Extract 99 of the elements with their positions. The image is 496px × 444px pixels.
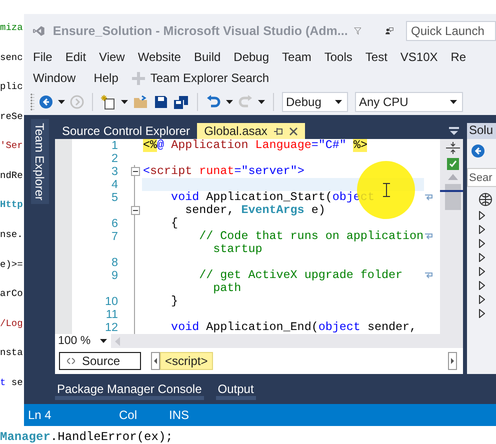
- configuration-dropdown[interactable]: Debug: [282, 92, 348, 112]
- line-number: 5: [110, 191, 119, 204]
- word-wrap-icon: [424, 194, 434, 201]
- line-number: 2: [110, 152, 119, 165]
- save-icon[interactable]: [154, 95, 168, 109]
- globe-icon: [479, 193, 492, 206]
- menu-item[interactable]: File: [33, 50, 52, 64]
- scrollbar-thumb[interactable]: [444, 184, 461, 210]
- menu-item[interactable]: Edit: [65, 50, 86, 64]
- menu-item[interactable]: Website: [138, 50, 181, 64]
- breadcrumb-right-icon[interactable]: [448, 352, 457, 370]
- background-code-line: nsta: [0, 347, 23, 358]
- line-number: 9: [110, 269, 119, 282]
- status-line: Ln 4: [28, 408, 52, 422]
- caret-icon: [226, 100, 233, 104]
- save-all-icon[interactable]: [173, 94, 189, 110]
- code-line: {: [170, 217, 178, 230]
- side-tab[interactable]: Team Explorer: [30, 119, 48, 204]
- caret-position-marker: [440, 190, 463, 192]
- pin-icon[interactable]: [273, 126, 284, 136]
- menu-item[interactable]: Debug: [234, 50, 270, 64]
- code-line: // get ActiveX upgrade folder: [198, 269, 403, 282]
- status-column: Col: [119, 408, 169, 422]
- background-code-line: arCo: [0, 288, 23, 300]
- tool-window-tab[interactable]: Output: [216, 380, 256, 400]
- menu-item[interactable]: Tools: [324, 50, 352, 64]
- line-number: 10: [104, 295, 119, 308]
- background-code-line: plic: [0, 81, 23, 92]
- line-number: 6: [110, 217, 119, 230]
- background-code-line: Http: [0, 199, 23, 210]
- code-line: <%@ Application Language="C#" %>: [143, 139, 368, 152]
- code-line: // Code that runs on application: [198, 230, 424, 243]
- caret-icon: [121, 100, 128, 104]
- menu-item[interactable]: Help: [94, 71, 118, 85]
- zoom-dropdown[interactable]: 100 %: [55, 334, 111, 348]
- platform-dropdown[interactable]: Any CPU: [355, 92, 463, 112]
- text-cursor-icon: [382, 183, 390, 197]
- line-number: 1: [110, 139, 119, 152]
- menu-item[interactable]: Team Explorer Search: [150, 71, 270, 85]
- menu-item[interactable]: Build: [194, 50, 221, 64]
- new-project-icon[interactable]: [101, 94, 116, 110]
- background-code-line: senc: [0, 52, 23, 63]
- open-folder-icon[interactable]: [133, 95, 149, 109]
- menu-item[interactable]: VS10X: [400, 50, 438, 64]
- code-line: }: [170, 295, 178, 308]
- undo-icon[interactable]: [206, 94, 221, 110]
- menu-item[interactable]: Re: [450, 50, 466, 64]
- code-line: sender, EventArgs e): [184, 204, 326, 217]
- caret-icon: [335, 100, 342, 104]
- split-icon[interactable]: [446, 142, 460, 154]
- collapse-icon[interactable]: [130, 167, 140, 176]
- tool-window-tab[interactable]: Package Manager Console: [55, 380, 204, 400]
- quick-launch-field[interactable]: Quick Launch: [406, 20, 496, 40]
- line-number: 8: [110, 256, 119, 269]
- collapse-icon[interactable]: [130, 206, 140, 215]
- line-number: 11: [104, 308, 119, 321]
- menu-item[interactable]: Team: [282, 50, 312, 64]
- line-number: 7: [110, 230, 119, 243]
- search-field[interactable]: Sear: [467, 168, 496, 187]
- code-icon: [67, 358, 75, 364]
- caret-icon: [450, 100, 457, 104]
- panel-title[interactable]: Solu: [467, 123, 496, 139]
- background-code-line: miza: [0, 22, 23, 33]
- background-code-line: reSe: [0, 110, 23, 122]
- code-line: void Application_End(object sender,: [170, 321, 417, 334]
- status-mode: INS: [169, 408, 190, 422]
- back-icon[interactable]: [39, 95, 53, 109]
- document-tab[interactable]: Source Control Explorer: [55, 123, 198, 139]
- menu-item[interactable]: Window: [33, 71, 76, 85]
- background-code-line: t se: [0, 376, 23, 388]
- background-code-line: e)>=: [0, 258, 23, 270]
- menu-item[interactable]: Test: [365, 50, 388, 64]
- document-tab[interactable]: Global.asax: [197, 123, 306, 139]
- plus-icon: [132, 72, 146, 84]
- menu-item[interactable]: View: [99, 50, 125, 64]
- line-number: 3: [110, 165, 119, 178]
- tab-list-dropdown-icon[interactable]: [449, 127, 459, 135]
- background-code-line: 'Ser: [0, 140, 23, 152]
- code-line: path: [212, 282, 242, 295]
- caret-icon: [258, 100, 265, 104]
- caret-icon: [58, 100, 65, 104]
- background-code-line: nse.: [0, 229, 23, 240]
- word-wrap-icon: [424, 272, 434, 279]
- breadcrumb-left-icon[interactable]: [151, 352, 160, 370]
- check-icon: [446, 158, 459, 170]
- word-wrap-icon: [424, 233, 434, 240]
- back-icon[interactable]: [471, 144, 485, 158]
- background-code-line: ndRe: [0, 170, 23, 181]
- source-view-button[interactable]: Source: [59, 352, 142, 370]
- close-icon[interactable]: [289, 126, 298, 136]
- window-title: Ensure_Solution - Microsoft Visual Studio (Adm...: [52, 24, 348, 38]
- caret-icon: [100, 339, 107, 343]
- code-line: <script runat="server">: [143, 165, 304, 178]
- code-line: startup: [212, 243, 262, 256]
- breadcrumb-item[interactable]: <script>: [160, 352, 213, 370]
- background-code-line: /Log: [0, 318, 23, 329]
- line-number: 4: [110, 178, 119, 191]
- line-number: 12: [104, 321, 119, 334]
- background-code-line: Manager.HandleError(ex);: [0, 430, 174, 444]
